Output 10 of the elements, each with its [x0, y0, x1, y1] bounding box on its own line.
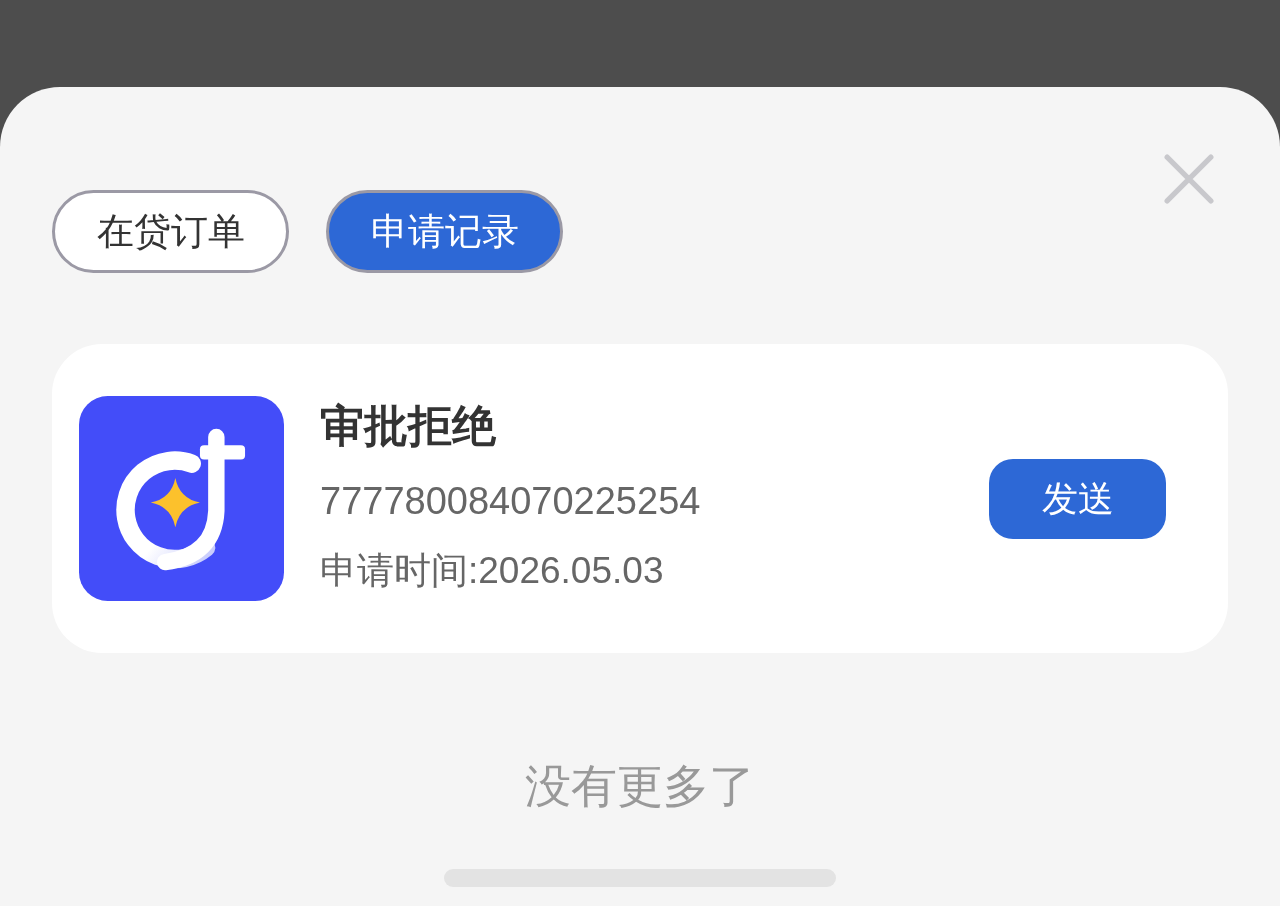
- send-button[interactable]: 发送: [989, 458, 1166, 539]
- close-icon: [1164, 154, 1214, 204]
- logo-icon: [79, 396, 284, 601]
- apply-date: 申请时间:2026.05.03: [320, 549, 665, 593]
- end-of-list-text: 没有更多了: [525, 761, 755, 811]
- order-number: 777780084070225254: [320, 479, 701, 524]
- tab[interactable]: 在贷订单: [52, 190, 289, 273]
- close-button[interactable]: [1163, 153, 1215, 205]
- tab[interactable]: 申请记录: [326, 190, 563, 273]
- status-title: 审批拒绝: [320, 401, 497, 451]
